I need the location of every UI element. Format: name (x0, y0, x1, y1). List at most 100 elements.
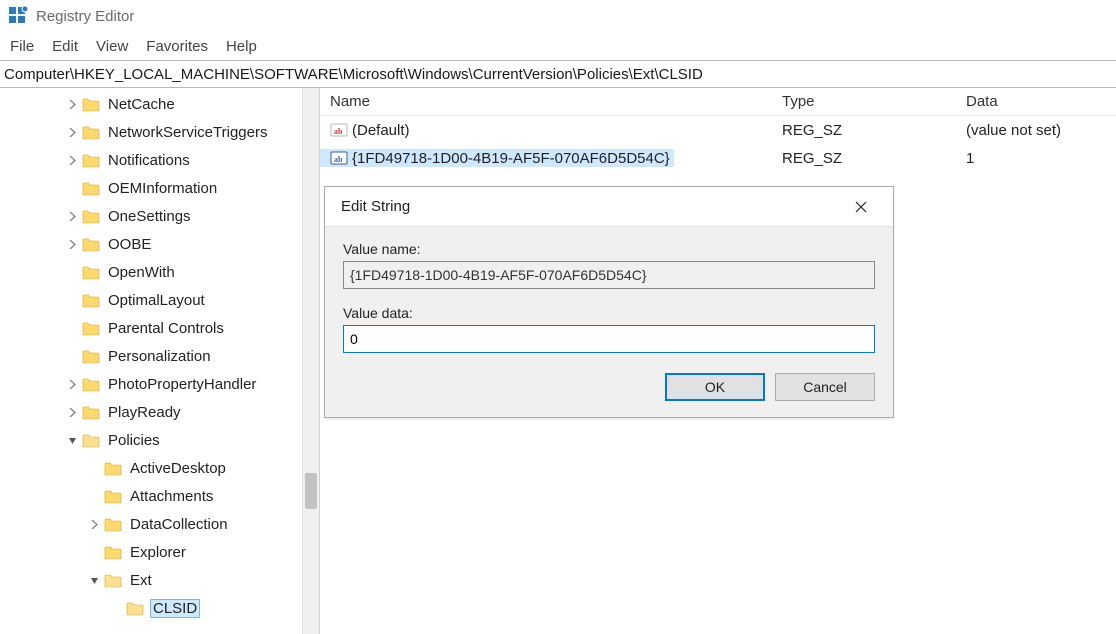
tree-pane: NetCache NetworkServiceTriggers Notifica… (0, 88, 320, 634)
edit-string-dialog: Edit String Value name: Value data: OK C… (324, 186, 894, 418)
folder-icon (82, 349, 100, 364)
tree-item[interactable]: PhotoPropertyHandler (0, 370, 319, 398)
tree-item[interactable]: PlayReady (0, 398, 319, 426)
col-header-type[interactable]: Type (782, 93, 966, 110)
menu-help[interactable]: Help (226, 38, 257, 55)
ok-button[interactable]: OK (665, 373, 765, 401)
folder-icon (82, 405, 100, 420)
tree-item-label: Ext (128, 572, 154, 589)
tree-item[interactable]: NetworkServiceTriggers (0, 118, 319, 146)
value-data-field[interactable] (343, 325, 875, 353)
tree-item[interactable]: Ext (0, 566, 319, 594)
chevron-none (86, 544, 102, 560)
menu-view[interactable]: View (96, 38, 128, 55)
chevron-right-icon[interactable] (64, 376, 80, 392)
list-row[interactable]: ab {1FD49718-1D00-4B19-AF5F-070AF6D5D54C… (320, 144, 1116, 172)
tree-item-label: DataCollection (128, 516, 230, 533)
tree-item[interactable]: OOBE (0, 230, 319, 258)
folder-icon (104, 545, 122, 560)
chevron-none (64, 264, 80, 280)
folder-icon (82, 153, 100, 168)
chevron-right-icon[interactable] (64, 152, 80, 168)
registry-tree[interactable]: NetCache NetworkServiceTriggers Notifica… (0, 88, 319, 622)
chevron-none (64, 180, 80, 196)
chevron-right-icon[interactable] (64, 208, 80, 224)
titlebar: Registry Editor (0, 0, 1116, 32)
chevron-none (64, 292, 80, 308)
tree-item-label: OneSettings (106, 208, 193, 225)
chevron-none (64, 348, 80, 364)
tree-item[interactable]: NetCache (0, 90, 319, 118)
tree-item[interactable]: Attachments (0, 482, 319, 510)
chevron-none (86, 460, 102, 476)
value-name-field[interactable] (343, 261, 875, 289)
menu-favorites[interactable]: Favorites (146, 38, 208, 55)
dialog-button-row: OK Cancel (343, 373, 875, 401)
dialog-title: Edit String (341, 198, 410, 215)
menubar: File Edit View Favorites Help (0, 32, 1116, 60)
chevron-right-icon[interactable] (64, 124, 80, 140)
menu-edit[interactable]: Edit (52, 38, 78, 55)
tree-item-label: Notifications (106, 152, 192, 169)
tree-item[interactable]: DataCollection (0, 510, 319, 538)
string-value-icon: ab (330, 121, 348, 139)
app-title: Registry Editor (36, 8, 134, 25)
tree-item-label: Policies (106, 432, 162, 449)
folder-icon (82, 265, 100, 280)
tree-item[interactable]: Policies (0, 426, 319, 454)
col-header-data[interactable]: Data (966, 93, 1116, 110)
tree-item-label: OOBE (106, 236, 153, 253)
folder-icon (82, 237, 100, 252)
tree-item[interactable]: Explorer (0, 538, 319, 566)
main-area: NetCache NetworkServiceTriggers Notifica… (0, 88, 1116, 634)
chevron-right-icon[interactable] (64, 404, 80, 420)
svg-text:ab: ab (334, 127, 343, 136)
folder-icon (104, 461, 122, 476)
tree-item[interactable]: OpenWith (0, 258, 319, 286)
list-row[interactable]: ab (Default)REG_SZ(value not set) (320, 116, 1116, 144)
tree-item[interactable]: Personalization (0, 342, 319, 370)
tree-scrollbar[interactable] (302, 88, 319, 634)
chevron-right-icon[interactable] (64, 96, 80, 112)
chevron-none (108, 600, 124, 616)
list-header: Name Type Data (320, 88, 1116, 116)
tree-item[interactable]: OEMInformation (0, 174, 319, 202)
tree-item[interactable]: ActiveDesktop (0, 454, 319, 482)
col-header-name[interactable]: Name (320, 93, 782, 110)
folder-icon (82, 433, 100, 448)
menu-file[interactable]: File (10, 38, 34, 55)
cell-type: REG_SZ (782, 150, 966, 167)
tree-item[interactable]: Notifications (0, 146, 319, 174)
chevron-right-icon[interactable] (64, 236, 80, 252)
cell-type: REG_SZ (782, 122, 966, 139)
chevron-none (86, 488, 102, 504)
value-list[interactable]: ab (Default)REG_SZ(value not set) ab {1F… (320, 116, 1116, 172)
chevron-down-icon[interactable] (86, 572, 102, 588)
chevron-down-icon[interactable] (64, 432, 80, 448)
scrollbar-thumb[interactable] (305, 473, 317, 509)
address-bar[interactable]: Computer\HKEY_LOCAL_MACHINE\SOFTWARE\Mic… (0, 60, 1116, 88)
svg-text:ab: ab (334, 155, 343, 164)
address-path: Computer\HKEY_LOCAL_MACHINE\SOFTWARE\Mic… (4, 66, 703, 83)
string-value-icon: ab (330, 149, 348, 167)
dialog-titlebar[interactable]: Edit String (325, 187, 893, 227)
tree-item-label: NetCache (106, 96, 177, 113)
cancel-button[interactable]: Cancel (775, 373, 875, 401)
folder-icon (126, 601, 144, 616)
tree-item[interactable]: OptimalLayout (0, 286, 319, 314)
folder-icon (82, 97, 100, 112)
chevron-right-icon[interactable] (86, 516, 102, 532)
close-icon[interactable] (841, 192, 881, 222)
value-name-label: Value name: (343, 241, 875, 257)
value-name: (Default) (352, 122, 410, 139)
tree-item-label: PlayReady (106, 404, 183, 421)
folder-icon (104, 489, 122, 504)
tree-item[interactable]: Parental Controls (0, 314, 319, 342)
cell-name: ab {1FD49718-1D00-4B19-AF5F-070AF6D5D54C… (320, 149, 782, 167)
tree-item-label: NetworkServiceTriggers (106, 124, 270, 141)
tree-item-label: OptimalLayout (106, 292, 207, 309)
value-data-label: Value data: (343, 305, 875, 321)
value-name: {1FD49718-1D00-4B19-AF5F-070AF6D5D54C} (352, 150, 670, 167)
tree-item[interactable]: CLSID (0, 594, 319, 622)
tree-item[interactable]: OneSettings (0, 202, 319, 230)
